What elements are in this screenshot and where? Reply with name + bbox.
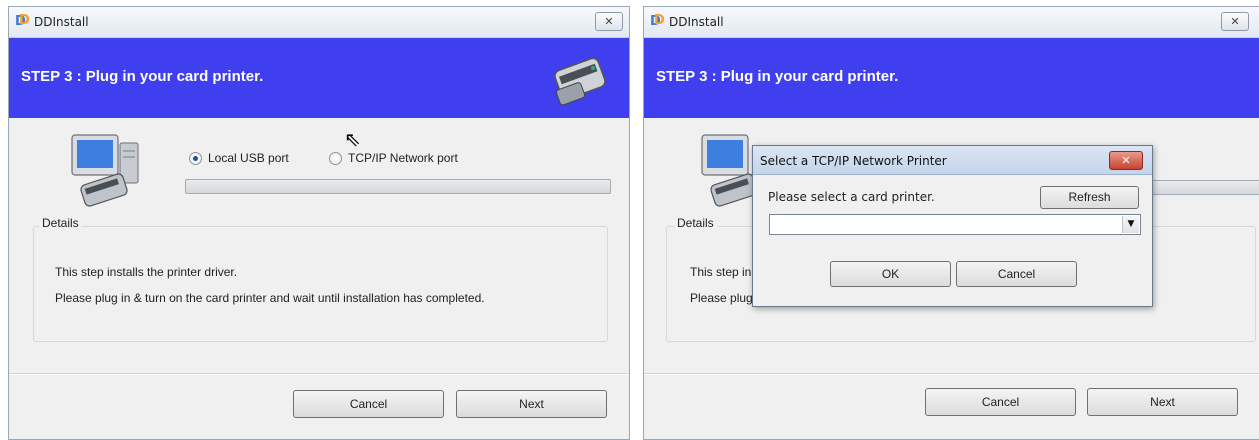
details-line-1: This step ins xyxy=(690,265,758,279)
footer-separator xyxy=(644,373,1259,375)
details-line-2: Please plug in & turn on the card printe… xyxy=(55,291,485,305)
tcpip-printer-dialog: Select a TCP/IP Network Printer ✕ Please… xyxy=(752,145,1153,307)
next-button[interactable]: Next xyxy=(456,390,607,418)
tcpip-port-label: TCP/IP Network port xyxy=(348,151,458,165)
window-title: DDInstall xyxy=(34,15,89,29)
computer-with-card-printer-icon xyxy=(71,134,139,207)
tcpip-port-radio[interactable] xyxy=(329,151,342,165)
card-printer-icon xyxy=(554,57,606,106)
ddinstall-window-left: D DDInstall ✕ STEP 3 : Plug in your card… xyxy=(8,6,630,440)
next-button[interactable]: Next xyxy=(1087,388,1238,416)
details-legend: Details xyxy=(674,216,717,230)
dialog-cancel-button[interactable]: Cancel xyxy=(956,261,1077,287)
chevron-down-icon[interactable]: ▼ xyxy=(1122,216,1139,233)
mouse-pointer-icon: ⇖ xyxy=(344,127,361,151)
title-bar: D DDInstall ✕ xyxy=(9,7,629,38)
step-title: STEP 3 : Plug in your card printer. xyxy=(21,68,264,85)
details-group xyxy=(33,226,608,342)
cancel-button[interactable]: Cancel xyxy=(925,388,1076,416)
step-banner: STEP 3 : Plug in your card printer. xyxy=(9,38,629,118)
usb-port-option[interactable]: Local USB port xyxy=(189,151,289,165)
title-bar: D DDInstall ✕ xyxy=(644,7,1259,38)
footer-separator xyxy=(9,373,629,375)
ok-button[interactable]: OK xyxy=(830,261,951,287)
tcpip-port-option[interactable]: TCP/IP Network port xyxy=(329,151,458,165)
usb-port-radio[interactable] xyxy=(189,151,202,165)
install-progress-bar xyxy=(1144,180,1259,195)
app-icon: D xyxy=(650,13,665,30)
dialog-title: Select a TCP/IP Network Printer xyxy=(760,154,947,168)
close-button[interactable]: ✕ xyxy=(595,12,623,31)
refresh-button[interactable]: Refresh xyxy=(1040,186,1139,209)
window-title: DDInstall xyxy=(669,15,724,29)
usb-port-label: Local USB port xyxy=(208,151,289,165)
install-progress-bar xyxy=(185,179,611,194)
dialog-prompt: Please select a card printer. xyxy=(768,190,935,204)
details-line-2: Please plug xyxy=(690,291,753,305)
close-button[interactable]: ✕ xyxy=(1221,12,1249,31)
cancel-button[interactable]: Cancel xyxy=(293,390,444,418)
step-banner: STEP 3 : Plug in your card printer. xyxy=(644,38,1259,118)
step-title: STEP 3 : Plug in your card printer. xyxy=(656,68,899,85)
details-legend: Details xyxy=(39,216,82,230)
printer-select[interactable]: ▼ xyxy=(769,214,1141,235)
app-icon: D xyxy=(15,13,30,30)
dialog-close-button[interactable]: ✕ xyxy=(1109,151,1143,170)
dialog-title-bar: Select a TCP/IP Network Printer ✕ xyxy=(753,146,1152,175)
details-line-1: This step installs the printer driver. xyxy=(55,265,238,279)
